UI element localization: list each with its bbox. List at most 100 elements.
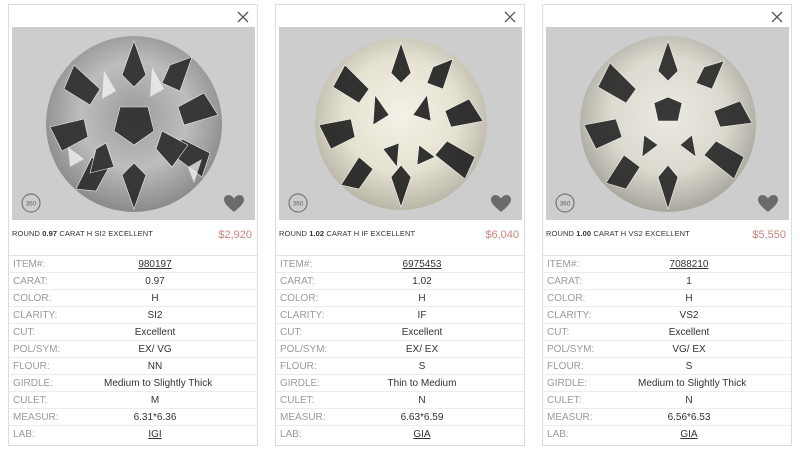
360-view-icon[interactable]: 360 (554, 192, 576, 214)
spec-value: 6.31*6.36 (133, 411, 177, 423)
close-icon[interactable] (236, 10, 250, 24)
spec-label: CUT: (547, 326, 570, 338)
spec-value: Excellent (668, 326, 710, 338)
diamond-card: 360 ROUND 1.00 CARAT H VS2 EXCELLENT $5,… (542, 4, 792, 446)
spec-row-lab: LAB: GIA (543, 425, 791, 443)
spec-value: EX/ EX (405, 343, 439, 355)
spec-value: SI2 (147, 309, 163, 321)
spec-label: FLOUR: (13, 360, 50, 372)
spec-value: Excellent (134, 326, 176, 338)
diamond-title: ROUND 1.00 CARAT H VS2 EXCELLENT (546, 229, 690, 238)
spec-row-item: ITEM#: 980197 (9, 255, 257, 273)
lab-report-link[interactable]: IGI (104, 429, 206, 440)
spec-label: LAB: (13, 428, 35, 440)
spec-value: 0.97 (145, 275, 165, 287)
spec-value: H (151, 292, 159, 304)
spec-value: NN (147, 360, 163, 372)
spec-value: 6.56*6.53 (667, 411, 711, 423)
360-view-icon[interactable]: 360 (287, 192, 309, 214)
diamond-title: ROUND 0.97 CARAT H SI2 EXCELLENT (12, 229, 153, 238)
spec-label: MEASUR: (547, 411, 593, 423)
spec-label: MEASUR: (280, 411, 326, 423)
spec-row-clarity: CLARITY: VS2 (543, 306, 791, 324)
diamond-image[interactable]: 360 (279, 27, 522, 220)
spec-row-polsym: POL/SYM: EX/ VG (9, 340, 257, 358)
spec-row-carat: CARAT: 1.02 (276, 272, 524, 290)
price: $6,040 (485, 229, 519, 241)
diamond-title-row: ROUND 1.02 CARAT H IF EXCELLENT $6,040 (279, 227, 522, 245)
diamond-title: ROUND 1.02 CARAT H IF EXCELLENT (279, 229, 416, 238)
spec-label: CLARITY: (547, 309, 592, 321)
spec-label: CLARITY: (280, 309, 325, 321)
spec-value: H (685, 292, 693, 304)
price: $5,550 (752, 229, 786, 241)
spec-value: EX/ VG (138, 343, 172, 355)
comparison-cards: 360 ROUND 0.97 CARAT H SI2 EXCELLENT $2,… (0, 0, 800, 454)
spec-row-polsym: POL/SYM: EX/ EX (276, 340, 524, 358)
heart-icon[interactable] (757, 194, 779, 214)
heart-icon[interactable] (223, 194, 245, 214)
spec-value: S (685, 360, 693, 372)
spec-value: H (418, 292, 426, 304)
specs-table: ITEM#: 6975453 CARAT: 1.02 COLOR: H CLARITY… (276, 255, 524, 443)
spec-row-cut: CUT: Excellent (9, 323, 257, 341)
360-view-icon[interactable]: 360 (20, 192, 42, 214)
spec-label: FLOUR: (280, 360, 317, 372)
spec-label: POL/SYM: (13, 343, 61, 355)
svg-text:360: 360 (26, 201, 37, 208)
svg-text:360: 360 (293, 201, 304, 208)
spec-label: CLARITY: (13, 309, 58, 321)
price: $2,920 (218, 229, 252, 241)
spec-label: COLOR: (280, 292, 319, 304)
spec-label: FLOUR: (547, 360, 584, 372)
spec-label: CULET: (280, 394, 315, 406)
spec-value: 1 (686, 275, 692, 287)
spec-label: GIRDLE: (13, 377, 54, 389)
diamond-image[interactable]: 360 (12, 27, 255, 220)
item-number-link[interactable]: 6975453 (371, 259, 473, 270)
item-number-link[interactable]: 980197 (104, 259, 206, 270)
diamond-card: 360 ROUND 1.02 CARAT H IF EXCELLENT $6,0… (275, 4, 525, 446)
spec-row-clarity: CLARITY: IF (276, 306, 524, 324)
spec-row-color: COLOR: H (9, 289, 257, 307)
spec-label: ITEM#: (13, 258, 46, 270)
spec-value: N (685, 394, 693, 406)
spec-label: CUT: (13, 326, 36, 338)
diamond-picture (46, 36, 222, 212)
diamond-title-row: ROUND 1.00 CARAT H VS2 EXCELLENT $5,550 (546, 227, 789, 245)
spec-label: COLOR: (547, 292, 586, 304)
spec-row-flour: FLOUR: NN (9, 357, 257, 375)
spec-row-girdle: GIRDLE: Medium to Slightly Thick (543, 374, 791, 392)
spec-value: VG/ EX (672, 343, 706, 355)
close-icon[interactable] (503, 10, 517, 24)
spec-value: N (418, 394, 426, 406)
spec-label: MEASUR: (13, 411, 59, 423)
spec-row-measur: MEASUR: 6.63*6.59 (276, 408, 524, 426)
close-icon[interactable] (770, 10, 784, 24)
spec-value: VS2 (679, 309, 699, 321)
lab-report-link[interactable]: GIA (371, 429, 473, 440)
lab-report-link[interactable]: GIA (638, 429, 740, 440)
spec-row-measur: MEASUR: 6.31*6.36 (9, 408, 257, 426)
spec-value: Medium to Slightly Thick (104, 377, 213, 389)
spec-row-item: ITEM#: 6975453 (276, 255, 524, 273)
spec-row-carat: CARAT: 1 (543, 272, 791, 290)
heart-icon[interactable] (490, 194, 512, 214)
spec-row-carat: CARAT: 0.97 (9, 272, 257, 290)
diamond-picture (315, 38, 487, 210)
spec-row-lab: LAB: GIA (276, 425, 524, 443)
spec-label: COLOR: (13, 292, 52, 304)
diamond-card: 360 ROUND 0.97 CARAT H SI2 EXCELLENT $2,… (8, 4, 258, 446)
spec-label: CULET: (547, 394, 582, 406)
spec-label: CARAT: (13, 275, 48, 287)
spec-label: POL/SYM: (547, 343, 595, 355)
spec-row-flour: FLOUR: S (276, 357, 524, 375)
diamond-title-row: ROUND 0.97 CARAT H SI2 EXCELLENT $2,920 (12, 227, 255, 245)
spec-label: CARAT: (547, 275, 582, 287)
item-number-link[interactable]: 7088210 (638, 259, 740, 270)
spec-value: IF (417, 309, 427, 321)
spec-row-girdle: GIRDLE: Medium to Slightly Thick (9, 374, 257, 392)
spec-row-culet: CULET: N (276, 391, 524, 409)
spec-label: LAB: (280, 428, 302, 440)
diamond-image[interactable]: 360 (546, 27, 789, 220)
